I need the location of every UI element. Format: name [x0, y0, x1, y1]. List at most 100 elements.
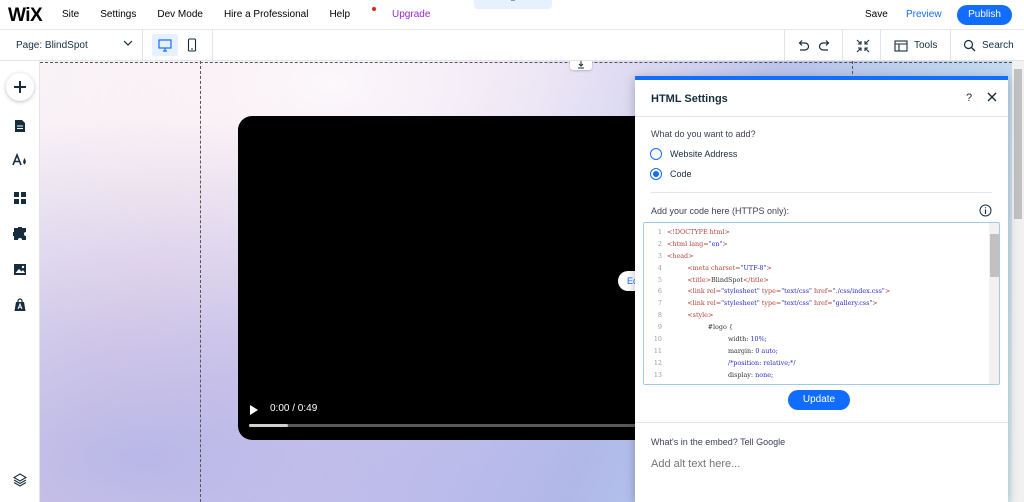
- code-scrollbar-thumb[interactable]: [990, 234, 999, 277]
- header-guide-line: [40, 62, 1012, 63]
- pages-icon[interactable]: [13, 119, 27, 133]
- menu-site[interactable]: Site: [62, 9, 79, 20]
- download-icon: [578, 61, 584, 69]
- line-number: 6: [657, 287, 662, 296]
- puzzle-icon[interactable]: [13, 227, 27, 241]
- video-player[interactable]: 0:00 / 0:49: [238, 116, 658, 440]
- desktop-view-button[interactable]: [152, 34, 178, 56]
- panel-title: HTML Settings: [651, 93, 728, 105]
- chevron-up-icon: ⌃: [509, 0, 517, 7]
- close-icon[interactable]: [985, 90, 999, 104]
- code-line: 5 <title>BlindSpot</title>: [644, 275, 989, 287]
- code-text: <title>BlindSpot</title>: [687, 275, 769, 284]
- option-code-label[interactable]: Code: [670, 169, 692, 179]
- menu-help-label: Help: [329, 9, 351, 20]
- code-text: <head>: [667, 251, 694, 260]
- code-text: display: none;: [727, 370, 774, 379]
- line-number: 9: [657, 323, 662, 332]
- menu-dev-mode[interactable]: Dev Mode: [157, 9, 203, 20]
- help-button[interactable]: ?: [966, 92, 972, 104]
- design-icon[interactable]: [12, 153, 28, 167]
- code-text: background-size: 100%: [667, 383, 804, 384]
- code-text: <html lang="en">: [667, 239, 728, 248]
- update-button[interactable]: Update: [788, 390, 850, 410]
- scrollbar-thumb[interactable]: [1014, 69, 1022, 219]
- store-icon[interactable]: [13, 298, 27, 312]
- line-number: 13: [653, 370, 662, 379]
- code-text: #logo {: [707, 323, 733, 332]
- line-number: 11: [653, 346, 662, 355]
- alt-text-input[interactable]: [651, 456, 991, 472]
- line-number: 4: [657, 263, 662, 272]
- section-handle[interactable]: [570, 61, 592, 70]
- code-text: <style>: [687, 311, 714, 320]
- code-lines: 1 <!DOCTYPE html> 2 <html lang="en"> 3 <head>…: [644, 227, 989, 384]
- canvas-scrollbar[interactable]: [1012, 61, 1024, 502]
- menu-upgrade[interactable]: Upgrade: [392, 9, 430, 20]
- code-scrollbar[interactable]: [989, 223, 999, 384]
- video-progress-fill: [249, 424, 288, 427]
- section-divider: [651, 192, 992, 193]
- line-number: 1: [657, 228, 662, 236]
- divider: [950, 30, 951, 61]
- line-number: 2: [657, 239, 662, 248]
- apps-icon[interactable]: [13, 191, 27, 205]
- redo-icon[interactable]: [818, 39, 832, 53]
- search-icon[interactable]: [963, 39, 976, 52]
- code-text: <meta charset="UTF-8">: [687, 263, 772, 272]
- menu-hire-professional[interactable]: Hire a Professional: [224, 9, 308, 20]
- tools-icon[interactable]: [894, 39, 908, 53]
- publish-button[interactable]: Publish: [957, 5, 1012, 25]
- info-icon[interactable]: [979, 204, 992, 217]
- wix-logo[interactable]: WiX: [8, 5, 43, 27]
- code-line: 1 <!DOCTYPE html>: [644, 227, 989, 239]
- divider: [842, 30, 843, 61]
- play-icon[interactable]: [249, 405, 259, 415]
- media-icon[interactable]: [13, 263, 27, 276]
- line-number: 14: [644, 382, 662, 384]
- code-line: 9 #logo {: [644, 322, 989, 334]
- mobile-view-button[interactable]: [182, 34, 202, 56]
- zoom-out-icon[interactable]: [856, 39, 870, 53]
- code-text: width: 10%;: [727, 335, 767, 344]
- code-line: 12 /*position: relative;*/: [644, 358, 989, 370]
- undo-icon[interactable]: [796, 39, 810, 53]
- menu-help[interactable]: Help: [329, 7, 377, 20]
- divider: [142, 30, 143, 61]
- option-website-address-label[interactable]: Website Address: [670, 149, 737, 159]
- menu-settings[interactable]: Settings: [100, 9, 136, 20]
- radio-website-address[interactable]: [650, 148, 662, 160]
- code-line: 3 <head>: [644, 251, 989, 263]
- tools-button[interactable]: Tools: [914, 40, 937, 51]
- chevron-down-icon[interactable]: [123, 38, 133, 48]
- search-button[interactable]: Search: [982, 40, 1014, 51]
- code-line: 4 <meta charset="UTF-8">: [644, 263, 989, 275]
- save-button[interactable]: Save: [865, 9, 888, 20]
- collapse-toolbar-tab[interactable]: ⌃: [474, 0, 552, 9]
- mobile-icon: [187, 38, 197, 52]
- video-progress-track[interactable]: [249, 424, 639, 427]
- line-number: 3: [657, 251, 662, 260]
- code-field-label: Add your code here (HTTPS only):: [651, 206, 790, 216]
- divider: [784, 30, 785, 61]
- divider: [880, 30, 881, 61]
- code-line: 6 <link rel="stylesheet" type="text/css"…: [644, 286, 989, 298]
- code-line: 14 background-size: 100%: [644, 382, 989, 384]
- add-type-question: What do you want to add?: [651, 129, 756, 139]
- code-text: <link rel="stylesheet" type="text/css" h…: [687, 299, 878, 308]
- page-selector-label[interactable]: Page: BlindSpot: [16, 40, 88, 51]
- divider: [212, 30, 213, 61]
- code-editor[interactable]: 1 <!DOCTYPE html> 2 <html lang="en"> 3 <head>…: [643, 222, 1000, 385]
- main-menu: Site Settings Dev Mode Hire a Profession…: [62, 7, 451, 20]
- layers-icon[interactable]: [13, 473, 27, 487]
- left-sidebar: [0, 61, 40, 502]
- embed-description-label: What's in the embed? Tell Google: [651, 437, 786, 447]
- add-elements-button[interactable]: [6, 73, 34, 101]
- radio-code[interactable]: [650, 168, 662, 180]
- line-number: 12: [653, 358, 662, 367]
- code-text: <link rel="stylesheet" type="text/css" h…: [687, 287, 891, 296]
- preview-button[interactable]: Preview: [906, 9, 942, 20]
- header-divider: [635, 116, 1008, 117]
- code-line: 10 width: 10%;: [644, 334, 989, 346]
- page-toolbar: Page: BlindSpot Tools Search: [0, 30, 1024, 61]
